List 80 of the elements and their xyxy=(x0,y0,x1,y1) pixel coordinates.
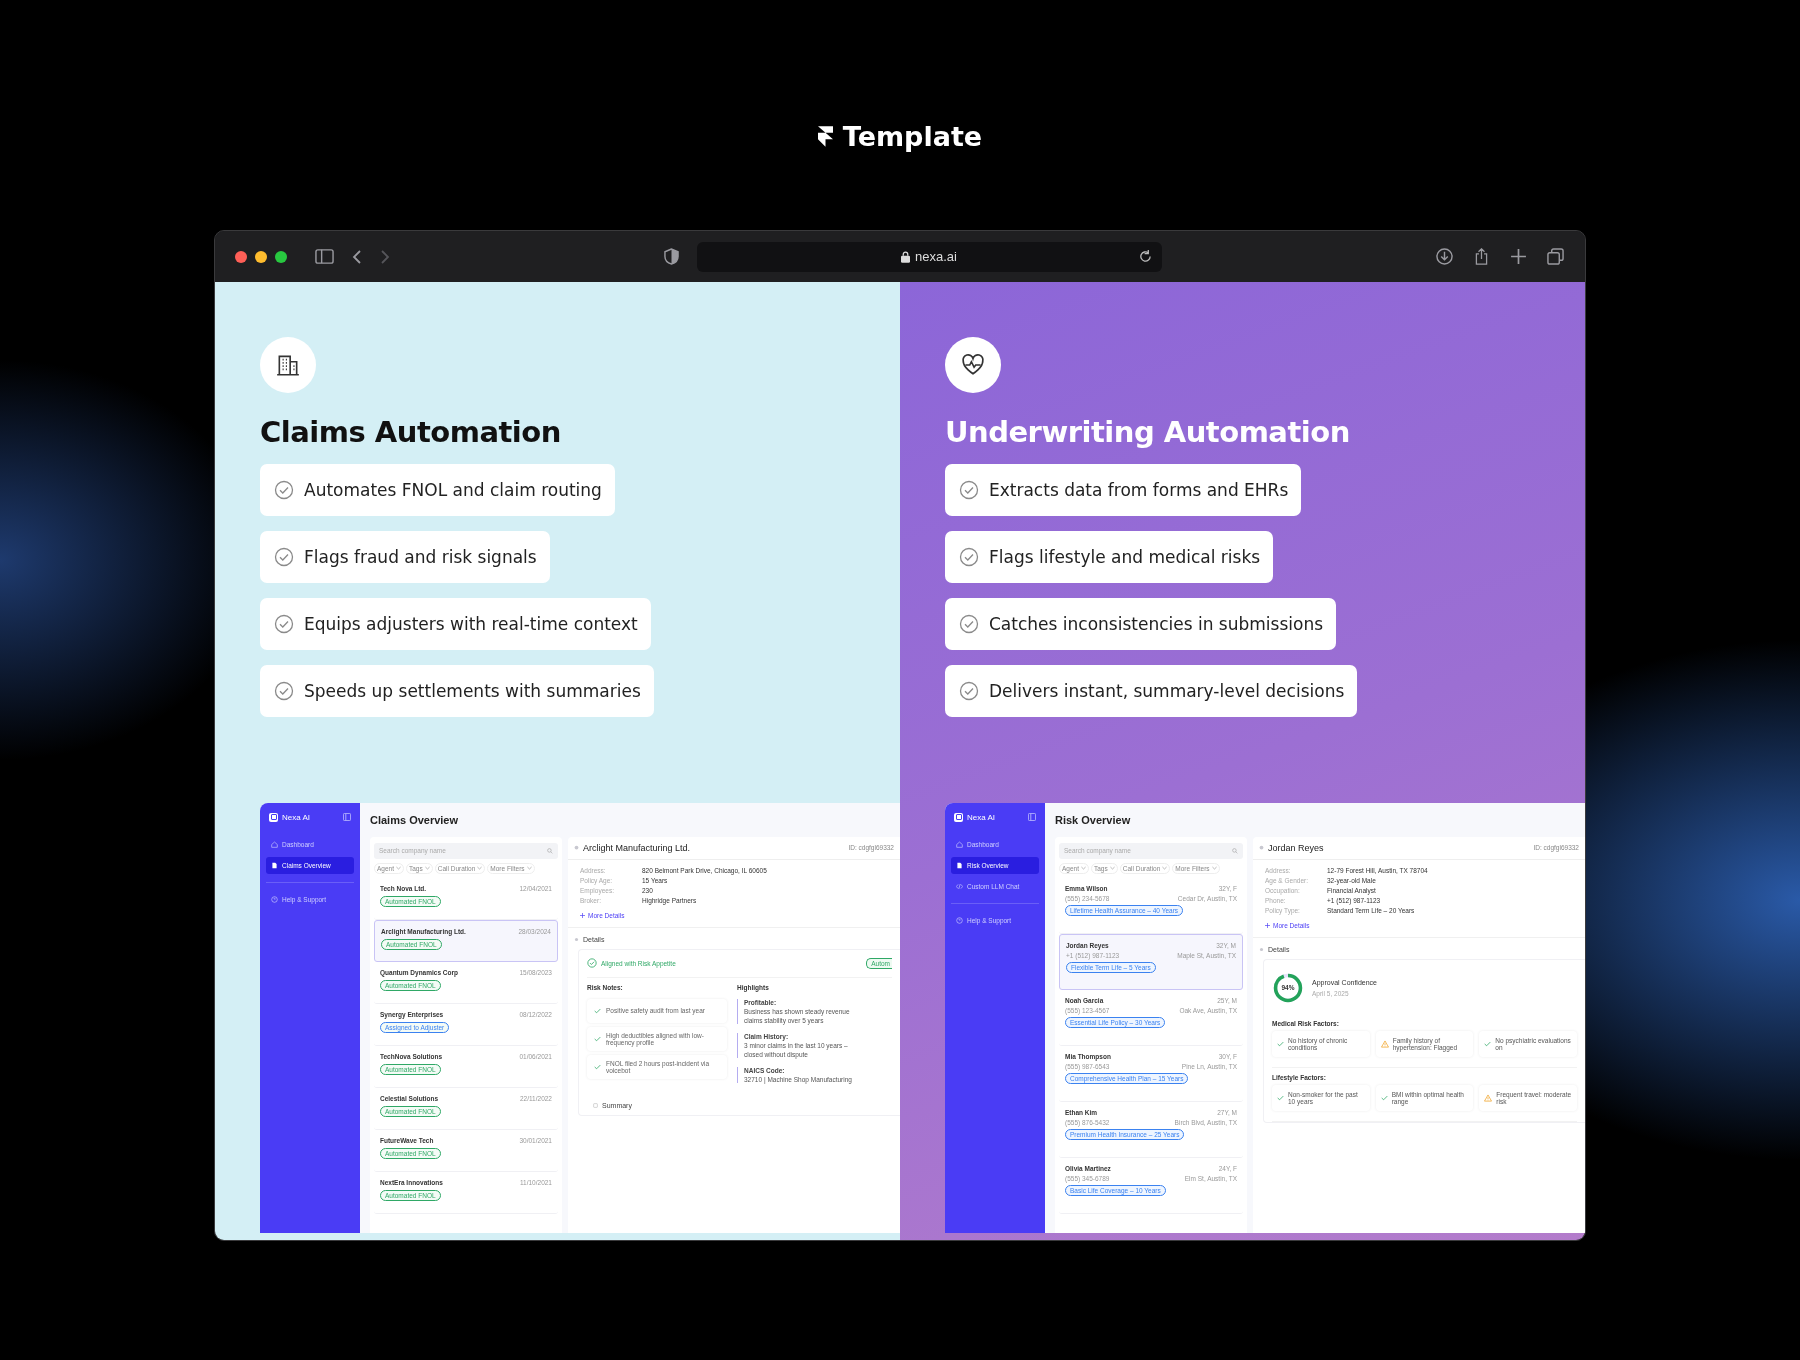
sidebar-icon[interactable] xyxy=(315,248,334,265)
back-icon[interactable] xyxy=(352,248,362,265)
feature-text: Automates FNOL and claim routing xyxy=(304,479,602,500)
check-circle-icon xyxy=(959,680,979,701)
check-icon xyxy=(594,1063,601,1070)
zoom-button[interactable] xyxy=(275,250,287,263)
panel-heading: Underwriting Automation xyxy=(945,415,1351,450)
lock-icon xyxy=(901,250,911,263)
help-icon xyxy=(956,916,963,924)
plus-icon[interactable] xyxy=(1509,248,1528,265)
check-icon xyxy=(1277,1094,1284,1101)
address-bar[interactable]: nexa.ai xyxy=(696,241,1162,272)
detail-title: Jordan Reyes xyxy=(1268,842,1325,853)
chevron-down-icon xyxy=(1162,866,1168,871)
check-icon xyxy=(1484,1040,1492,1047)
check-circle-icon xyxy=(959,479,979,500)
home-icon xyxy=(271,840,278,848)
help-icon xyxy=(271,895,278,903)
check-circle-icon xyxy=(959,546,979,567)
document-icon xyxy=(956,861,963,869)
plus-icon xyxy=(580,912,585,918)
check-circle-icon xyxy=(587,958,597,969)
page-title: Template xyxy=(842,120,983,152)
section-icon xyxy=(1259,946,1264,952)
app-logo-icon xyxy=(269,812,278,822)
chevron-down-icon xyxy=(424,866,430,871)
app-heading: Claims Overview xyxy=(370,812,460,828)
warning-icon xyxy=(1484,1093,1493,1102)
record-icon xyxy=(574,845,579,851)
check-icon xyxy=(594,1035,601,1042)
feature-text: Speeds up settlements with summaries xyxy=(304,680,641,701)
confidence-gauge xyxy=(1272,971,1304,1004)
close-button[interactable] xyxy=(235,250,247,263)
panel-heading: Claims Automation xyxy=(260,415,562,450)
check-circle-icon xyxy=(274,546,294,567)
check-icon xyxy=(594,1007,601,1014)
minimize-button[interactable] xyxy=(255,250,267,263)
feature-text: Equips adjusters with real-time context xyxy=(304,613,638,634)
warning-icon xyxy=(1380,1039,1389,1048)
collapse-icon[interactable] xyxy=(1028,813,1036,822)
code-icon xyxy=(956,882,963,890)
check-circle-icon xyxy=(274,613,294,634)
summary-icon xyxy=(593,1102,598,1108)
download-icon[interactable] xyxy=(1435,248,1454,265)
document-icon xyxy=(271,861,278,869)
shield-icon[interactable] xyxy=(663,248,679,265)
chevron-down-icon xyxy=(396,866,401,871)
url-text: nexa.ai xyxy=(915,249,957,264)
chevron-down-icon xyxy=(1211,866,1217,871)
heart-pulse-icon xyxy=(945,337,1001,393)
app-brand: Nexa AI xyxy=(282,812,311,822)
check-circle-icon xyxy=(274,680,294,701)
logo-icon xyxy=(817,125,833,147)
tabs-icon[interactable] xyxy=(1546,248,1565,265)
record-icon xyxy=(1259,845,1264,851)
check-icon xyxy=(1380,1094,1388,1101)
app-heading: Risk Overview xyxy=(1055,812,1132,828)
check-circle-icon xyxy=(274,479,294,500)
app-logo-icon xyxy=(954,812,963,822)
chevron-down-icon xyxy=(1081,866,1086,871)
feature-text: Delivers instant, summary-level decisions xyxy=(989,680,1345,701)
chevron-down-icon xyxy=(526,866,532,871)
home-icon xyxy=(956,840,963,848)
chevron-down-icon xyxy=(1109,866,1115,871)
feature-text: Extracts data from forms and EHRs xyxy=(989,479,1289,500)
feature-text: Flags lifestyle and medical risks xyxy=(989,546,1261,567)
building-icon xyxy=(260,337,316,393)
search-icon xyxy=(1232,847,1238,854)
check-circle-icon xyxy=(959,613,979,634)
detail-title: Arclight Manufacturing Ltd. xyxy=(583,842,692,853)
search-icon xyxy=(547,847,553,854)
plus-icon xyxy=(1265,922,1270,928)
reload-icon[interactable] xyxy=(1138,249,1152,263)
check-icon xyxy=(1277,1040,1284,1047)
app-brand: Nexa AI xyxy=(967,812,996,822)
section-icon xyxy=(574,936,579,942)
feature-text: Catches inconsistencies in submissions xyxy=(989,613,1323,634)
chevron-down-icon xyxy=(477,866,483,871)
feature-text: Flags fraud and risk signals xyxy=(304,546,537,567)
collapse-icon[interactable] xyxy=(343,813,351,822)
